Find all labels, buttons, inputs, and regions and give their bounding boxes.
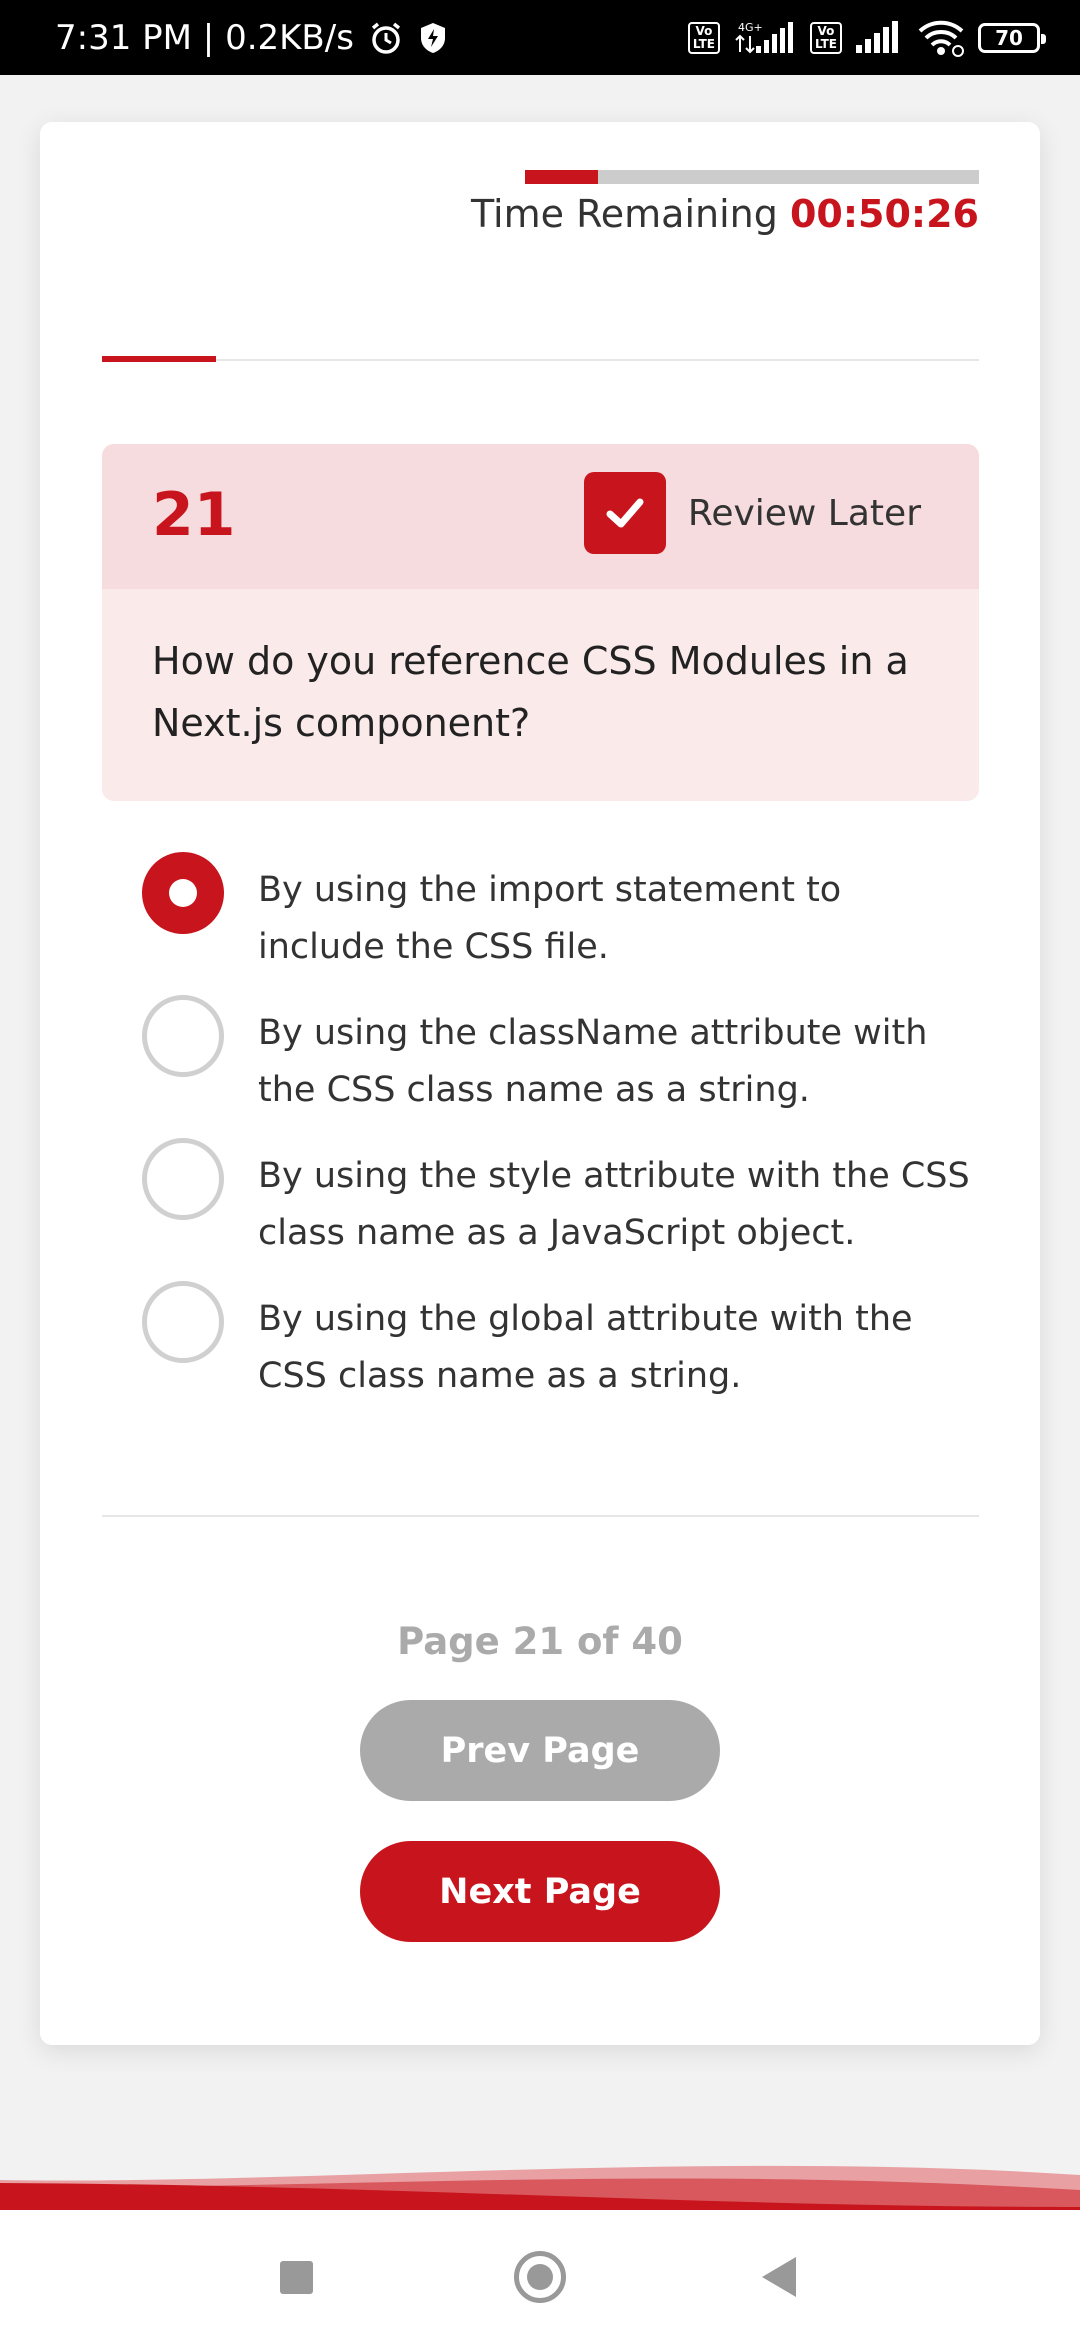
volte-icon-2: Vo LTE (809, 21, 842, 54)
radio-button[interactable] (142, 1281, 224, 1363)
answer-option[interactable]: By using the style attribute with the CS… (142, 1138, 1002, 1281)
answer-option-label: By using the style attribute with the CS… (258, 1156, 970, 1253)
page-indicator: Page 21 of 40 (397, 1620, 683, 1663)
prev-page-button[interactable]: Prev Page (360, 1700, 720, 1801)
section-divider (102, 359, 979, 361)
check-icon (606, 498, 644, 528)
status-time: 7:31 PM | 0.2KB/s (55, 17, 354, 58)
options-divider (102, 1515, 979, 1517)
answer-option-label: By using the className attribute with th… (258, 1013, 928, 1110)
timer-progress-bar (525, 170, 979, 184)
quiz-card: Time Remaining 00:50:26 21 Review Later … (40, 122, 1040, 2045)
answer-option[interactable]: By using the import statement to include… (142, 852, 1002, 995)
alarm-icon (368, 20, 404, 56)
battery-icon: 70 (978, 22, 1046, 53)
signal-4g-icon: 4G+ (732, 20, 798, 56)
section-divider-accent (102, 356, 216, 362)
question-box: 21 Review Later How do you reference CSS… (102, 444, 979, 801)
recent-apps-icon[interactable] (280, 2261, 313, 2294)
radio-button[interactable] (142, 995, 224, 1077)
question-header: 21 Review Later (102, 444, 979, 589)
shield-bolt-icon (418, 21, 448, 55)
answer-options: By using the import statement to include… (142, 852, 1002, 1424)
status-bar: 7:31 PM | 0.2KB/s Vo LTE 4G+ Vo LTE 70 (0, 0, 1080, 75)
wifi-icon (916, 19, 966, 57)
review-later-toggle[interactable]: Review Later (583, 472, 979, 554)
back-icon[interactable] (762, 2257, 796, 2297)
question-text: How do you reference CSS Modules in a Ne… (152, 639, 909, 745)
radio-button[interactable] (142, 1138, 224, 1220)
timer-label: Time Remaining (471, 192, 778, 236)
signal-icon (854, 20, 904, 55)
timer-progress-fill (525, 170, 598, 184)
timer-value: 00:50:26 (789, 192, 979, 236)
svg-text:4G+: 4G+ (738, 21, 763, 34)
next-page-button[interactable]: Next Page (360, 1841, 720, 1942)
answer-option[interactable]: By using the global attribute with the C… (142, 1281, 1002, 1424)
home-icon[interactable] (514, 2251, 566, 2303)
system-nav-bar (0, 2210, 1080, 2340)
timer: Time Remaining 00:50:26 (471, 192, 979, 236)
radio-button[interactable] (142, 852, 224, 934)
answer-option[interactable]: By using the className attribute with th… (142, 995, 1002, 1138)
question-number: 21 (152, 480, 236, 550)
review-later-checkbox[interactable] (583, 472, 666, 554)
answer-option-label: By using the global attribute with the C… (258, 1299, 913, 1396)
volte-icon: Vo LTE (687, 21, 720, 54)
answer-option-label: By using the import statement to include… (258, 870, 842, 967)
footer-wave-decoration (0, 2165, 1080, 2210)
review-later-label: Review Later (687, 492, 921, 534)
